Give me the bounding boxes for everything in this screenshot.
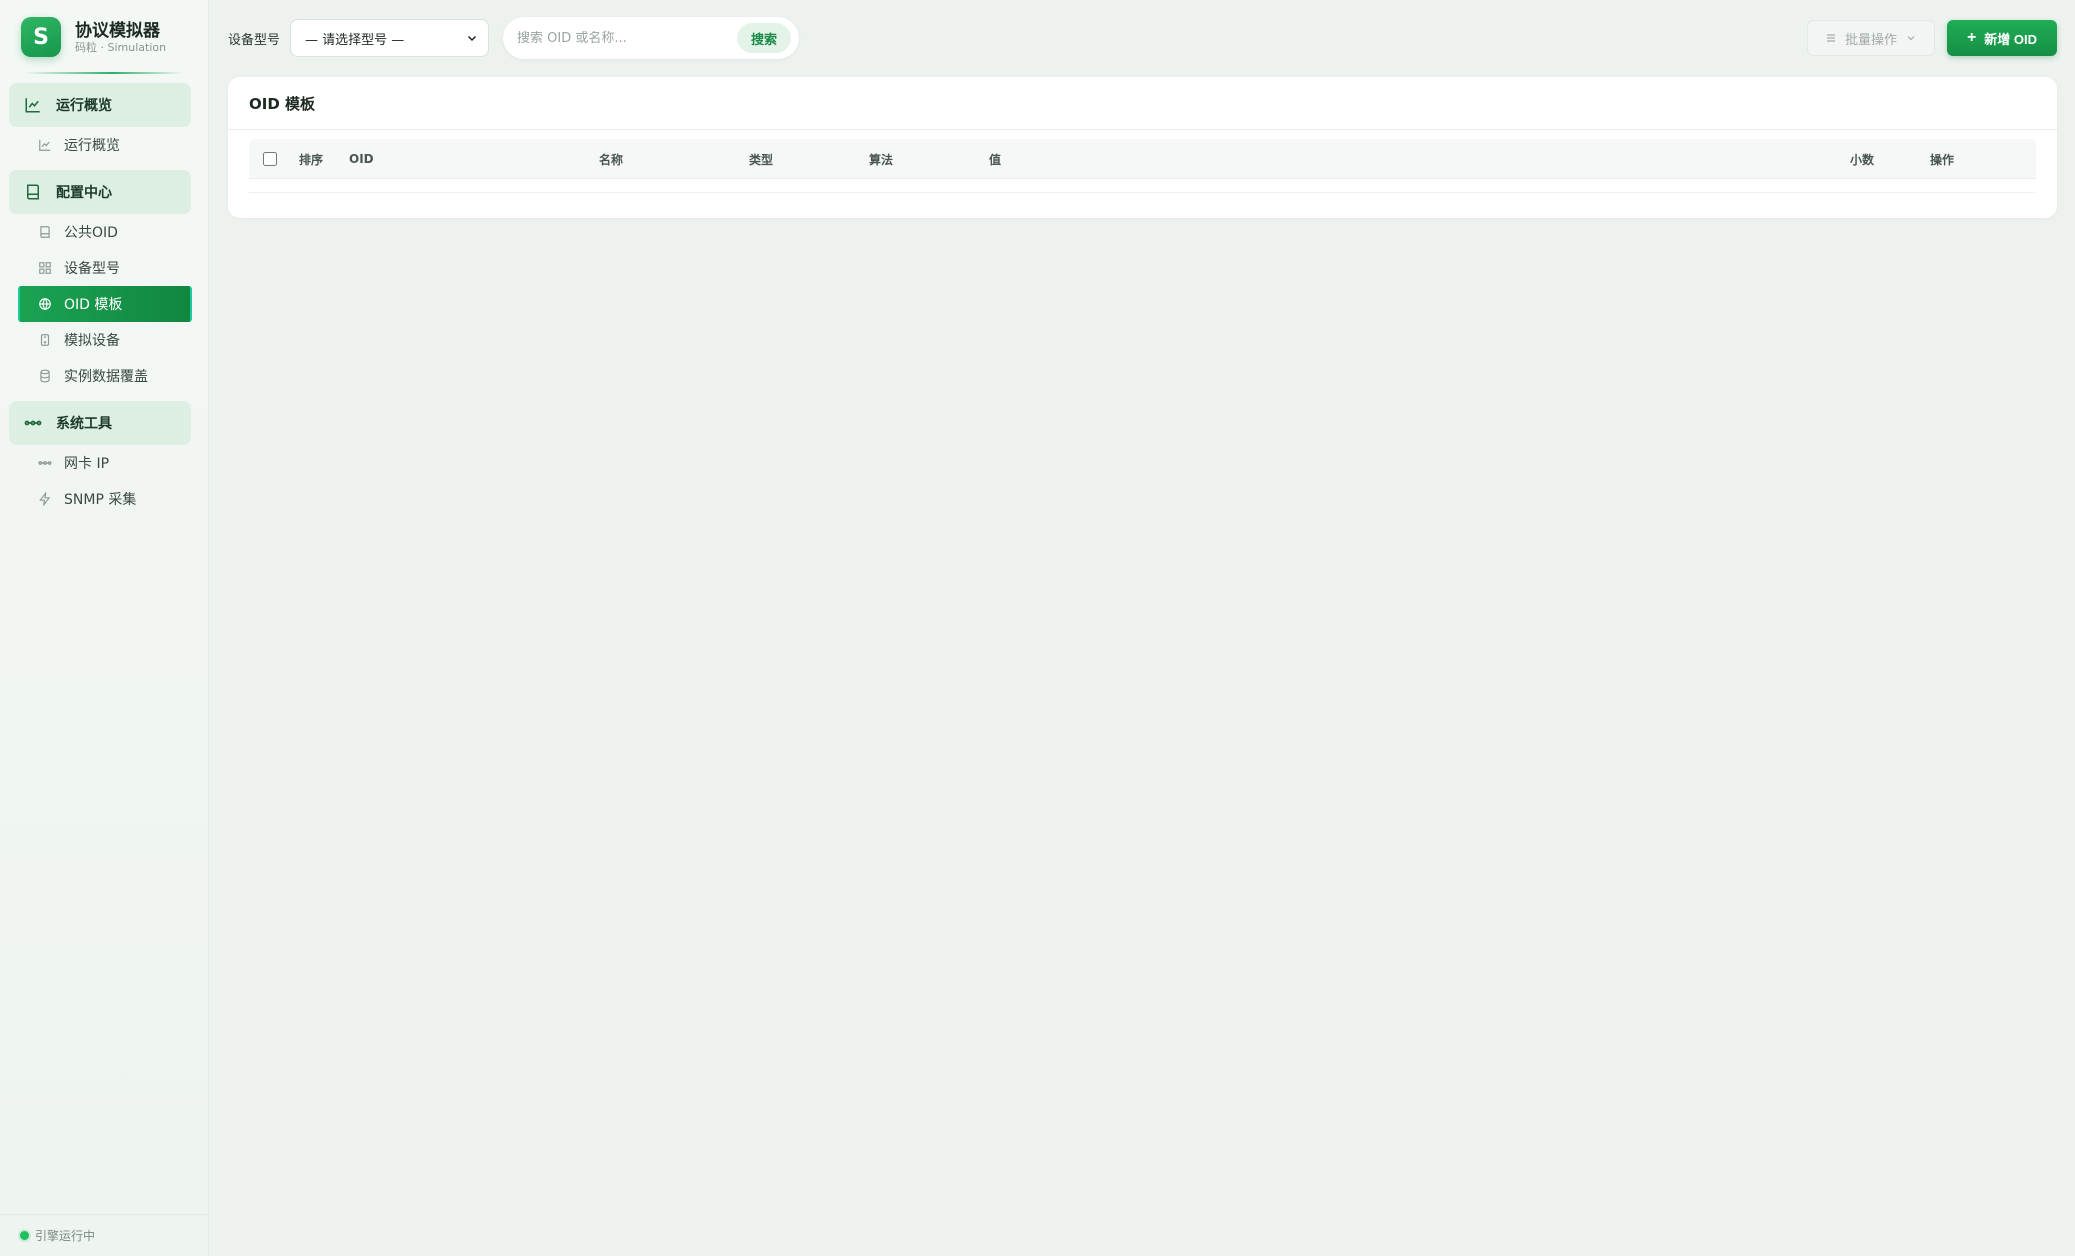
chevron-down-icon: [1907, 36, 1915, 41]
brand: S 协议模拟器 码粒 · Simulation: [0, 0, 208, 74]
book-icon: [27, 184, 39, 200]
engine-status: 引擎运行中: [0, 1214, 208, 1256]
search-input[interactable]: [517, 30, 737, 46]
sidebar-item-nic-ip[interactable]: 网卡 IP: [18, 445, 192, 481]
line-chart-icon: [39, 139, 51, 151]
table-header: 排序 OID 名称 类型 算法 值 小数 操作: [249, 139, 2036, 179]
chevron-down-icon: [467, 35, 477, 42]
plus-icon: +: [1966, 29, 1977, 46]
line-chart-icon: [25, 98, 40, 113]
brand-divider: [24, 72, 184, 74]
sidebar-item-public-oid[interactable]: 公共OID: [18, 214, 192, 250]
sidebar-item-label: 模拟设备: [64, 333, 120, 349]
sidebar-item-label: SNMP 采集: [64, 492, 137, 508]
device-icon: [40, 334, 50, 346]
oid-template-card: OID 模板 排序 OID 名称 类型 算法 值 小数 操作: [228, 77, 2057, 218]
list-icon: [1826, 34, 1835, 42]
add-oid-button[interactable]: + 新增 OID: [1947, 20, 2057, 56]
model-select-value: — 请选择型号 —: [305, 32, 405, 48]
batch-actions-button[interactable]: 批量操作: [1807, 20, 1935, 56]
sidebar-item-instance-override[interactable]: 实例数据覆盖: [18, 358, 192, 394]
column-header-oid[interactable]: OID: [349, 139, 374, 179]
engine-status-text: 引擎运行中: [35, 1229, 96, 1243]
network-icon: [24, 420, 42, 426]
model-filter-label: 设备型号: [228, 32, 281, 48]
nav-group-label: 运行概览: [56, 98, 112, 114]
sidebar-item-sim-device[interactable]: 模拟设备: [18, 322, 192, 358]
brand-text: 协议模拟器 码粒 · Simulation: [75, 21, 166, 54]
main-content: 设备型号 — 请选择型号 — 搜索 批量操作 + 新增 OID: [209, 0, 2075, 1256]
bolt-icon: [39, 492, 51, 506]
database-icon: [40, 369, 50, 383]
app-root: S 协议模拟器 码粒 · Simulation 运行概览 运行概览 配置中心 公…: [0, 0, 2075, 1256]
select-all-cell: [263, 139, 277, 179]
card-title: OID 模板: [228, 77, 2057, 130]
column-header-actions: 操作: [1930, 152, 1955, 167]
add-oid-label: 新增 OID: [1984, 31, 2038, 47]
brand-logo: S: [21, 17, 61, 57]
search-box: 搜索: [503, 17, 800, 59]
nav-group-label: 系统工具: [56, 416, 112, 432]
sidebar: S 协议模拟器 码粒 · Simulation 运行概览 运行概览 配置中心 公…: [0, 0, 209, 1256]
sidebar-item-label: 运行概览: [64, 138, 120, 154]
column-header-algorithm[interactable]: 算法: [869, 139, 893, 179]
brand-subtitle: 码粒 · Simulation: [75, 40, 167, 54]
batch-actions-label: 批量操作: [1844, 32, 1897, 48]
oid-table: 排序 OID 名称 类型 算法 值 小数 操作: [228, 130, 2057, 193]
sidebar-item-oid-template[interactable]: OID 模板: [18, 286, 192, 322]
sidebar-item-label: 公共OID: [64, 225, 118, 241]
sidebar-item-overview[interactable]: 运行概览: [18, 127, 192, 163]
sidebar-item-snmp-collect[interactable]: SNMP 采集: [18, 481, 192, 517]
model-select[interactable]: — 请选择型号 —: [290, 19, 490, 57]
search-button[interactable]: 搜索: [737, 23, 792, 53]
toolbar-actions: 批量操作 + 新增 OID: [1807, 20, 2057, 56]
table-body-empty: [249, 179, 2036, 193]
column-header-decimal[interactable]: 小数: [1850, 139, 1874, 179]
sidebar-item-label: OID 模板: [64, 297, 123, 313]
globe-icon: [39, 298, 51, 311]
column-header-type[interactable]: 类型: [749, 139, 773, 179]
column-header-name[interactable]: 名称: [599, 139, 623, 179]
brand-title: 协议模拟器: [75, 20, 160, 41]
book-icon: [40, 226, 50, 238]
toolbar: 设备型号 — 请选择型号 — 搜索 批量操作 + 新增 OID: [209, 0, 2075, 76]
sidebar-item-label: 实例数据覆盖: [64, 369, 148, 385]
sidebar-item-label: 网卡 IP: [64, 456, 110, 472]
sidebar-item-device-model[interactable]: 设备型号: [18, 250, 192, 286]
column-header-value[interactable]: 值: [989, 139, 1001, 179]
nav-group-label: 配置中心: [56, 185, 112, 201]
select-all-checkbox[interactable]: [263, 152, 277, 166]
sidebar-item-label: 设备型号: [64, 261, 120, 277]
nav-group-tools[interactable]: 系统工具: [9, 401, 191, 445]
nav-group-config[interactable]: 配置中心: [9, 170, 191, 214]
grid-icon: [39, 262, 51, 274]
sidebar-nav: 运行概览 运行概览 配置中心 公共OID 设备型号 OID 模板 模拟设备 实例…: [0, 74, 208, 517]
nav-group-overview[interactable]: 运行概览: [9, 83, 191, 127]
status-dot: [20, 1231, 29, 1240]
column-header-order[interactable]: 排序: [299, 139, 323, 179]
network-icon: [38, 461, 52, 465]
